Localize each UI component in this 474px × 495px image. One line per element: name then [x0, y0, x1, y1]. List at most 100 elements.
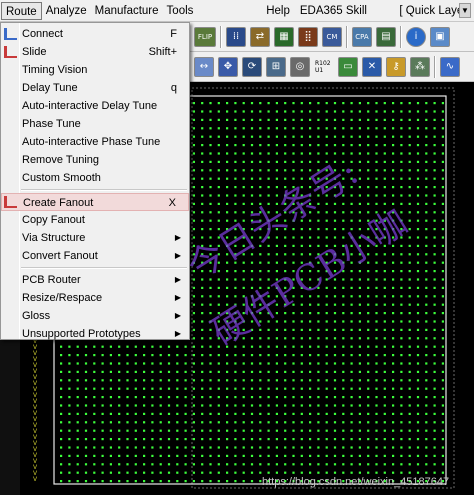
component-icon[interactable]: ▦	[274, 26, 294, 47]
pad	[118, 379, 121, 382]
menu-item-custom-smooth[interactable]: Custom Smooth	[1, 169, 189, 187]
pad	[325, 379, 328, 382]
menu-item-via-structure[interactable]: Via Structure ▶	[1, 229, 189, 247]
pad	[143, 396, 146, 399]
layer-icon[interactable]: ▤	[376, 26, 396, 47]
pad	[60, 421, 63, 424]
pad	[176, 463, 179, 466]
pad	[259, 387, 262, 390]
pad	[284, 337, 287, 340]
pad	[192, 421, 195, 424]
submenu-arrow-icon: ▶	[174, 293, 181, 302]
pad	[143, 362, 146, 365]
menu-item-auto-interactive-phase-tune[interactable]: Auto-interactive Phase Tune	[1, 133, 189, 151]
key-icon[interactable]: ⚷	[386, 56, 406, 77]
pad	[176, 454, 179, 457]
pad	[259, 446, 262, 449]
cross-icon[interactable]: ✕	[362, 56, 382, 77]
menu-item-connect[interactable]: Connect F	[1, 25, 189, 43]
pad	[226, 396, 229, 399]
pad	[234, 186, 237, 189]
pin-swap-icon[interactable]: ⇄	[250, 26, 270, 47]
pad	[317, 127, 320, 130]
pad	[350, 152, 353, 155]
pad	[284, 110, 287, 113]
pad	[217, 194, 220, 197]
spin-icon[interactable]: ⟳	[242, 56, 262, 77]
pad	[350, 370, 353, 373]
menu-item-copy-fanout[interactable]: Copy Fanout	[1, 211, 189, 229]
pad	[242, 354, 245, 357]
pad	[350, 110, 353, 113]
menu-item-delay-tune[interactable]: Delay Tune q	[1, 79, 189, 97]
pad	[375, 303, 378, 306]
pad	[441, 202, 444, 205]
pad	[433, 194, 436, 197]
pad	[68, 362, 71, 365]
move-icon[interactable]: ✥	[218, 56, 238, 77]
pad	[300, 404, 303, 407]
menu-item-convert-fanout[interactable]: Convert Fanout ▶	[1, 247, 189, 265]
cm-icon[interactable]: CM	[322, 26, 342, 47]
pad	[201, 421, 204, 424]
menu-scroll-arrow-icon[interactable]: ▼	[459, 3, 471, 18]
pad	[284, 169, 287, 172]
pad	[76, 370, 79, 373]
menu-item-auto-interactive-delay-tune[interactable]: Auto-interactive Delay Tune	[1, 97, 189, 115]
menu-item-pcb-router[interactable]: PCB Router ▶	[1, 271, 189, 289]
align-icon[interactable]: ⊞	[266, 56, 286, 77]
pad	[84, 404, 88, 407]
pad	[151, 463, 154, 466]
menu-item-slide[interactable]: Slide Shift+	[1, 43, 189, 61]
menu-eda365-skill[interactable]: EDA365 Skill V2.4	[294, 2, 396, 35]
dim-icon[interactable]: ↔	[194, 56, 214, 77]
window-icon[interactable]: ▣	[430, 26, 450, 47]
pad	[267, 370, 270, 373]
bga-icon[interactable]: ⣿	[298, 26, 318, 47]
pad	[143, 446, 146, 449]
menu-item-create-fanout[interactable]: Create Fanout X	[1, 193, 189, 211]
drc-icon[interactable]: ▭	[338, 56, 358, 77]
pad	[383, 135, 386, 138]
pad	[192, 202, 195, 205]
menu-item-phase-tune[interactable]: Phase Tune	[1, 115, 189, 133]
pad	[176, 480, 179, 483]
pad	[408, 471, 411, 474]
pad	[367, 429, 370, 432]
pad	[300, 396, 303, 399]
menu-item-label: Connect	[22, 28, 63, 40]
cpa-icon[interactable]: CPA	[352, 26, 372, 47]
fence-icon[interactable]: ⁂	[410, 56, 430, 77]
menu-help[interactable]: Help	[262, 2, 294, 20]
pad	[284, 244, 287, 247]
pad	[192, 471, 195, 474]
pad	[275, 471, 278, 474]
menu-manufacture[interactable]: Manufacture	[91, 2, 163, 20]
pad	[392, 186, 395, 189]
pad	[201, 303, 204, 306]
info-icon[interactable]: i	[406, 26, 426, 47]
pad	[416, 362, 420, 365]
menu-item-remove-tuning[interactable]: Remove Tuning	[1, 151, 189, 169]
r102-icon[interactable]: R102 U1	[314, 56, 334, 77]
menu-item-resize-respace[interactable]: Resize/Respace ▶	[1, 289, 189, 307]
menu-analyze[interactable]: Analyze	[42, 2, 91, 20]
pad	[325, 118, 328, 121]
menu-item-unsupported-prototypes[interactable]: Unsupported Prototypes ▶	[1, 325, 189, 343]
line-icon[interactable]: ∿	[440, 56, 460, 77]
pad	[126, 429, 129, 432]
flip-icon[interactable]: FLIP	[194, 26, 216, 47]
pad	[425, 253, 428, 256]
menu-item-gloss[interactable]: Gloss ▶	[1, 307, 189, 325]
pad	[159, 421, 162, 424]
via-grid-icon[interactable]: ⁞⁞	[226, 26, 246, 47]
menu-tools[interactable]: Tools	[163, 2, 198, 20]
place-icon[interactable]: ◎	[290, 56, 310, 77]
pad	[309, 144, 312, 147]
pad	[400, 396, 403, 399]
menu-item-timing-vision[interactable]: Timing Vision	[1, 61, 189, 79]
pad	[60, 412, 63, 415]
menu-route[interactable]: Route	[1, 1, 42, 20]
pad	[425, 135, 428, 138]
pad	[309, 127, 312, 130]
